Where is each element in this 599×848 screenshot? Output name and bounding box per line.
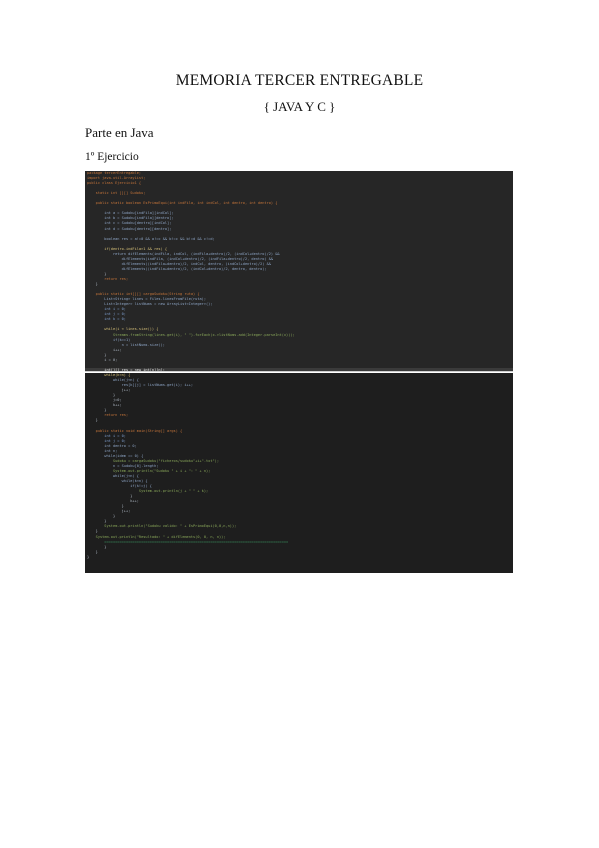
code-line: } [87, 554, 90, 559]
document-subtitle: { JAVA Y C } [263, 99, 336, 114]
code-line: int[][] res = new int[n][n]; [85, 367, 513, 371]
exercise-heading: 1º Ejercicio [85, 151, 139, 163]
section-heading: Parte en Java [85, 125, 154, 140]
document-title: MEMORIA TERCER ENTREGABLE [175, 72, 424, 89]
code-screenshot-bottom: while(k<n) { while(j<n) { res[k][j] = li… [85, 373, 513, 573]
code-screenshot-top: package tercerEntregable; import java.uti… [85, 171, 513, 372]
